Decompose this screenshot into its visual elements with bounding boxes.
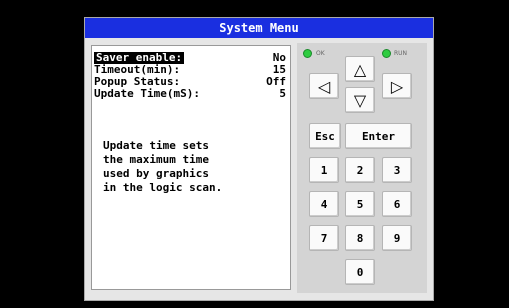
key-1-button[interactable]: 1 <box>309 157 339 183</box>
key-4-button[interactable]: 4 <box>309 191 339 217</box>
lcd-screen: Saver enable: No Timeout(min): 15 Popup … <box>91 45 291 290</box>
keypad: OK RUN △ ◁ ▷ ▽ Esc Enter 1 2 3 4 5 6 7 8… <box>297 43 427 293</box>
right-arrow-button[interactable]: ▷ <box>382 73 412 99</box>
ok-label: OK <box>316 50 325 57</box>
up-arrow-button[interactable]: △ <box>345 56 375 82</box>
key-2-button[interactable]: 2 <box>345 157 375 183</box>
ok-led-icon <box>303 49 312 58</box>
key-0-button[interactable]: 0 <box>345 259 375 285</box>
down-arrow-button[interactable]: ▽ <box>345 87 375 113</box>
key-6-button[interactable]: 6 <box>382 191 412 217</box>
left-arrow-button[interactable]: ◁ <box>309 73 339 99</box>
key-9-button[interactable]: 9 <box>382 225 412 251</box>
key-8-button[interactable]: 8 <box>345 225 375 251</box>
key-7-button[interactable]: 7 <box>309 225 339 251</box>
setting-value: 5 <box>279 87 286 100</box>
help-text: Update time sets the maximum time used b… <box>103 139 223 194</box>
run-led-icon <box>382 49 391 58</box>
setting-row-update-time[interactable]: Update Time(mS): 5 <box>94 88 290 100</box>
key-3-button[interactable]: 3 <box>382 157 412 183</box>
esc-button[interactable]: Esc <box>309 123 341 149</box>
enter-button[interactable]: Enter <box>345 123 412 149</box>
setting-label: Update Time(mS): <box>94 87 200 100</box>
run-label: RUN <box>394 50 408 57</box>
window-title: System Menu <box>85 18 433 38</box>
key-5-button[interactable]: 5 <box>345 191 375 217</box>
system-menu-window: System Menu Saver enable: No Timeout(min… <box>84 17 434 301</box>
